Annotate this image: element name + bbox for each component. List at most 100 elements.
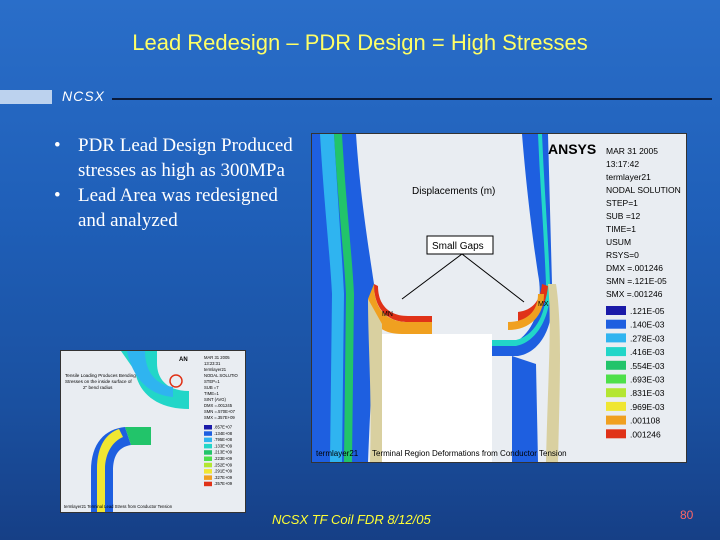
info-line: RSYS=0	[606, 250, 639, 260]
bullet-text: Lead Area was redesigned and analyzed	[78, 185, 278, 231]
node-label-mx: MX	[538, 301, 549, 308]
stress-marker	[169, 374, 183, 388]
displacement-plot: Displacements (m) Small Gaps MN MX ANSYS…	[312, 134, 681, 462]
legend-value: .140E-03	[630, 320, 665, 330]
legend-swatch	[204, 437, 212, 443]
info-block: MAR 31 2005 13:23:31 termlayer21 NODAL S…	[204, 355, 239, 420]
info-line: SMN =.121E-05	[606, 276, 667, 286]
legend-value: .795E+08	[214, 437, 233, 442]
info-line: SMX =.001246	[606, 289, 663, 299]
legend-value: .416E-03	[630, 347, 665, 357]
figure-caption: Terminal Region Deformations from Conduc…	[372, 449, 567, 458]
legend-value: .134E+08	[214, 431, 233, 436]
legend-value: .857E+07	[214, 425, 233, 430]
color-legend: .121E-05 .140E-03 .278E-03 .416E-03 .554E-03…	[606, 306, 665, 439]
info-line: TIME=1	[204, 391, 219, 396]
info-line: 13:17:42	[606, 159, 639, 169]
slide-footer: NCSX TF Coil FDR 8/12/05	[272, 512, 431, 527]
legend-value: .121E-05	[630, 306, 665, 316]
legend-swatch	[606, 401, 626, 411]
slide-title: Lead Redesign – PDR Design = High Stress…	[132, 30, 588, 55]
stress-plot: Tensile Loading Produces Bending Stresse…	[64, 351, 239, 512]
legend-swatch	[204, 443, 212, 449]
bullet-list: • PDR Lead Design Produced stresses as h…	[54, 133, 304, 233]
ansys-displacement-figure: Displacements (m) Small Gaps MN MX ANSYS…	[311, 133, 687, 463]
figure-caption: termlayer21 Terminal Lead Stress from Co…	[64, 504, 173, 509]
legend-swatch	[606, 415, 626, 425]
legend-value: .001108	[630, 416, 660, 426]
legend-value: .133E+09	[214, 443, 233, 448]
bullet-item: • PDR Lead Design Produced stresses as h…	[54, 133, 304, 183]
bullet-item: • Lead Area was redesigned and analyzed	[54, 183, 304, 233]
legend-swatch	[204, 481, 212, 487]
legend-value: .327E+09	[214, 475, 233, 480]
legend-swatch	[606, 333, 626, 343]
legend-swatch	[606, 319, 626, 329]
legend-value: .693E-03	[630, 375, 665, 385]
info-line: TIME=1	[606, 224, 636, 234]
ansys-logo: AN	[179, 357, 188, 363]
info-line: STEP=1	[204, 379, 220, 384]
info-line: SMN =.570E+07	[204, 409, 236, 414]
bullet-dot-icon: •	[54, 135, 61, 156]
legend-value: .357E+09	[214, 481, 233, 486]
legend-value: .001246	[630, 429, 661, 439]
info-line: SUB =12	[606, 211, 641, 221]
callout-leader	[401, 253, 463, 300]
legend-swatch	[204, 456, 212, 461]
plot-background	[382, 334, 492, 462]
legend-value: .291E+09	[214, 469, 233, 474]
legend-swatch	[204, 431, 212, 436]
bullet-text: PDR Lead Design Produced stresses as hig…	[78, 135, 293, 181]
legend-swatch	[204, 450, 212, 455]
figure-caption-left: termlayer21	[316, 449, 359, 458]
color-legend: .857E+07.134E+08.795E+08.133E+09 .213E+09…	[204, 425, 233, 487]
annotation-line: Tensile Loading Produces Bending	[65, 373, 136, 378]
legend-swatch	[606, 347, 626, 357]
info-line: DMX =.001245	[204, 403, 233, 408]
node-label-mn: MN	[382, 311, 393, 318]
info-line: DMX =.001246	[606, 263, 663, 273]
legend-swatch	[606, 388, 626, 398]
callout-label: Small Gaps	[432, 241, 484, 252]
legend-value: .278E-03	[630, 333, 665, 343]
legend-value: .969E-03	[630, 402, 665, 412]
left-lead-lower	[368, 299, 383, 462]
header-rule	[112, 98, 712, 100]
info-line: SINT (AVG)	[204, 397, 227, 402]
info-line: SUB =7	[204, 385, 219, 390]
callout-leader	[461, 253, 525, 303]
legend-swatch	[606, 429, 626, 439]
legend-value: .223E+09	[214, 456, 233, 461]
legend-value: .831E-03	[630, 388, 665, 398]
legend-swatch	[606, 306, 626, 315]
info-line: NODAL SOLUTION	[606, 185, 681, 195]
legend-swatch	[204, 475, 212, 480]
info-line: NODAL SOLUTIO	[204, 373, 239, 378]
annotation-line: 2" bend radius	[83, 385, 113, 390]
legend-value: .213E+09	[214, 450, 233, 455]
annotation-block: Tensile Loading Produces Bending Stresse…	[65, 373, 136, 390]
right-lower-block	[512, 356, 538, 462]
legend-swatch	[606, 374, 626, 384]
legend-swatch	[204, 469, 212, 474]
brand-label: NCSX	[62, 88, 105, 104]
info-line: MAR 31 2005	[204, 355, 230, 360]
info-block: MAR 31 2005 13:17:42 termlayer21 NODAL S…	[606, 146, 681, 299]
ansys-stress-figure: Tensile Loading Produces Bending Stresse…	[60, 350, 246, 513]
header-accent-bar	[0, 90, 52, 104]
info-line: termlayer21	[606, 172, 651, 182]
legend-value: .554E-03	[630, 361, 665, 371]
ansys-logo: ANSYS	[548, 141, 596, 157]
plot-label: Displacements (m)	[412, 186, 495, 197]
legend-swatch	[606, 360, 626, 370]
info-line: 13:23:31	[204, 361, 221, 366]
info-line: USUM	[606, 237, 631, 247]
bullet-dot-icon: •	[54, 185, 61, 206]
legend-swatch	[204, 425, 212, 430]
info-line: termlayer21	[204, 367, 227, 372]
annotation-line: Stresses on the inside surface of	[65, 379, 132, 384]
legend-value: .252E+09	[214, 462, 233, 467]
info-line: SMX =.357E+09	[204, 415, 235, 420]
page-number: 80	[680, 508, 694, 522]
